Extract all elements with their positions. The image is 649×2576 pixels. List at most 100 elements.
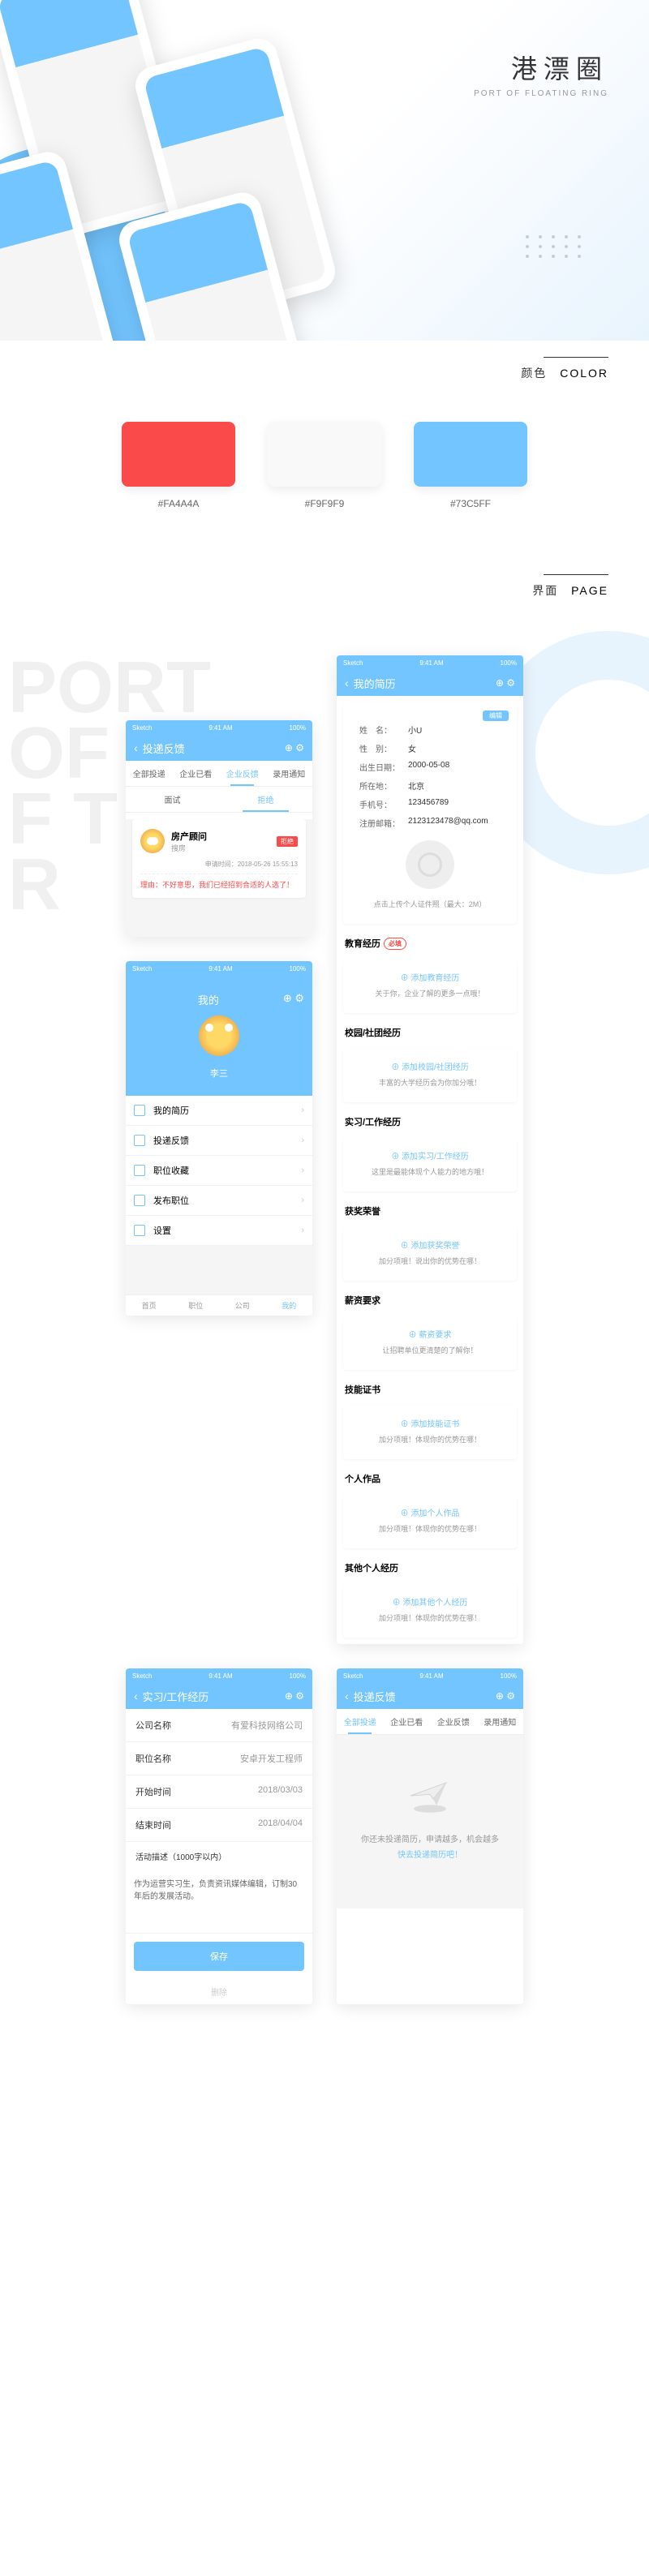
hero-section: 港漂圈 PORT OF FLOATING RING bbox=[0, 0, 649, 341]
other-card[interactable]: ⊕ 添加其他个人经历加分项哦！体现你的优势在哪！ bbox=[343, 1584, 517, 1638]
work-card[interactable]: ⊕ 添加实习/工作经历这里是最能体现个人能力的地方哦！ bbox=[343, 1138, 517, 1191]
color-swatches: #FA4A4A #F9F9F9 #73C5FF bbox=[0, 406, 649, 558]
job-title: 房产顾问 bbox=[171, 830, 207, 843]
job-company: 搜房 bbox=[171, 843, 207, 853]
page-section-label: 界面 PAGE bbox=[0, 558, 649, 623]
swatch-gray: #F9F9F9 bbox=[268, 422, 381, 509]
nav-actions[interactable]: ⊕ ⚙ bbox=[285, 742, 304, 753]
back-icon[interactable]: ‹ bbox=[134, 741, 138, 754]
company-avatar bbox=[140, 829, 165, 853]
username: 李三 bbox=[126, 1067, 312, 1080]
edit-button[interactable]: 编辑 bbox=[483, 711, 509, 721]
save-button[interactable]: 保存 bbox=[134, 1942, 304, 1971]
chevron-right-icon: › bbox=[301, 1106, 304, 1115]
mock-feedback-reject: Sketch 9:41 AM 100% ‹ 投递反馈 ⊕ ⚙ 全部投递 企业已看… bbox=[126, 720, 312, 937]
portfolio-card[interactable]: ⊕ 添加个人作品加分项哦！体现你的优势在哪！ bbox=[343, 1495, 517, 1548]
subtab-reject[interactable]: 拒绝 bbox=[219, 787, 312, 812]
delete-button[interactable]: 删除 bbox=[126, 1979, 312, 2004]
nav-title: 实习/工作经历 bbox=[143, 1689, 285, 1704]
cert-card[interactable]: ⊕ 添加技能证书加分项哦！体现你的优势在哪！ bbox=[343, 1406, 517, 1459]
swatch-red: #FA4A4A bbox=[122, 422, 235, 509]
mock-work-form: Sketch 9:41 AM 100% ‹ 实习/工作经历 ⊕ ⚙ 公司名称有爱… bbox=[126, 1668, 312, 2004]
desc-textarea[interactable]: 作为运营实习生，负责资讯媒体编辑，订制30年后的发展活动。 bbox=[126, 1869, 312, 1934]
mock-resume: Sketch 9:41 AM 100% ‹ 我的简历 ⊕ ⚙ 编辑 姓 名：小U… bbox=[337, 655, 523, 1644]
menu-feedback[interactable]: 投递反馈› bbox=[126, 1126, 312, 1156]
nav-actions[interactable]: ⊕ ⚙ bbox=[285, 1690, 304, 1702]
edu-card[interactable]: ⊕ 添加教育经历关于你，企业了解的更多一点哦！ bbox=[343, 960, 517, 1013]
app-subtitle: PORT OF FLOATING RING bbox=[474, 89, 608, 98]
nav-actions[interactable]: ⊕ ⚙ bbox=[496, 1690, 515, 1702]
nav-actions[interactable]: ⊕ ⚙ bbox=[496, 677, 515, 689]
section-work: 实习/工作经历 bbox=[337, 1109, 523, 1131]
chevron-right-icon: › bbox=[301, 1196, 304, 1205]
app-name: 港漂圈 bbox=[474, 49, 608, 86]
profile-header: 我的 ⊕ ⚙ 李三 bbox=[126, 976, 312, 1096]
color-section-label: 颜色 COLOR bbox=[0, 341, 649, 406]
menu-settings[interactable]: 设置› bbox=[126, 1216, 312, 1246]
job-card[interactable]: 房产顾问 搜房 拒绝 申请时间：2018-05-26 15:55:13 理由：不… bbox=[132, 819, 306, 898]
back-icon[interactable]: ‹ bbox=[345, 1689, 349, 1702]
feedback-tabs: 全部投递 企业已看 企业反馈 录用通知 bbox=[337, 1709, 523, 1735]
tab-seen[interactable]: 企业已看 bbox=[173, 761, 220, 786]
status-bar: Sketch 9:41 AM 100% bbox=[337, 655, 523, 670]
tab-company[interactable]: 公司 bbox=[219, 1295, 266, 1316]
back-icon[interactable]: ‹ bbox=[134, 1689, 138, 1702]
status-bar: Sketch 9:41 AM 100% bbox=[126, 1668, 312, 1683]
field-company[interactable]: 公司名称有爱科技网络公司 bbox=[126, 1709, 312, 1742]
salary-card[interactable]: ⊕ 薪资要求让招聘单位更清楚的了解你！ bbox=[343, 1316, 517, 1370]
back-icon[interactable]: ‹ bbox=[345, 676, 349, 689]
menu-publish[interactable]: 发布职位› bbox=[126, 1186, 312, 1216]
tab-all[interactable]: 全部投递 bbox=[126, 761, 173, 786]
page-showcase: PORTOFF TR Sketch 9:41 AM 100% ‹ 投递反馈 ⊕ … bbox=[0, 623, 649, 2037]
field-end[interactable]: 结束时间2018/04/04 bbox=[126, 1809, 312, 1842]
section-salary: 薪资要求 bbox=[337, 1287, 523, 1310]
feedback-tabs: 全部投递 企业已看 企业反馈 录用通知 bbox=[126, 761, 312, 787]
empty-link[interactable]: 快去投递简历吧！ bbox=[337, 1848, 523, 1860]
status-bar: Sketch 9:41 AM 100% bbox=[126, 961, 312, 976]
photo-upload[interactable] bbox=[406, 840, 454, 889]
chip bbox=[122, 422, 235, 487]
subtab-interview[interactable]: 面试 bbox=[126, 787, 219, 812]
tab-mine[interactable]: 我的 bbox=[266, 1295, 313, 1316]
feedback-icon bbox=[134, 1135, 145, 1146]
empty-text-1: 你还未投递简历，申请越多，机会越多 bbox=[337, 1832, 523, 1844]
section-school: 校园/社团经历 bbox=[337, 1020, 523, 1042]
chevron-right-icon: › bbox=[301, 1136, 304, 1145]
doc-icon bbox=[134, 1105, 145, 1116]
nav-bar: ‹ 投递反馈 ⊕ ⚙ bbox=[337, 1683, 523, 1709]
chip bbox=[268, 422, 381, 487]
tab-seen[interactable]: 企业已看 bbox=[384, 1709, 431, 1734]
tab-jobs[interactable]: 职位 bbox=[173, 1295, 220, 1316]
nav-title: 投递反馈 bbox=[143, 741, 285, 756]
award-card[interactable]: ⊕ 添加获奖荣誉加分项哦！说出你的优势在哪！ bbox=[343, 1227, 517, 1281]
heart-icon bbox=[134, 1165, 145, 1176]
photo-hint: 点击上传个人证件照（最大：2M） bbox=[351, 897, 509, 916]
tab-bar: 首页 职位 公司 我的 bbox=[126, 1294, 312, 1316]
tab-home[interactable]: 首页 bbox=[126, 1295, 173, 1316]
desc-label: 活动描述（1000字以内） bbox=[126, 1842, 312, 1862]
section-cert: 技能证书 bbox=[337, 1376, 523, 1399]
chevron-right-icon: › bbox=[301, 1166, 304, 1175]
nav-bar: ‹ 投递反馈 ⊕ ⚙ bbox=[126, 735, 312, 761]
chip bbox=[414, 422, 527, 487]
tab-all[interactable]: 全部投递 bbox=[337, 1709, 384, 1734]
mock-feedback-empty: Sketch 9:41 AM 100% ‹ 投递反馈 ⊕ ⚙ 全部投递 企业已看… bbox=[337, 1668, 523, 2004]
field-position[interactable]: 职位名称安卓开发工程师 bbox=[126, 1742, 312, 1775]
tab-reply[interactable]: 企业反馈 bbox=[219, 761, 266, 786]
gear-icon bbox=[134, 1225, 145, 1236]
tab-reply[interactable]: 企业反馈 bbox=[430, 1709, 477, 1734]
field-start[interactable]: 开始时间2018/03/03 bbox=[126, 1775, 312, 1809]
tab-offer[interactable]: 录用通知 bbox=[266, 761, 313, 786]
section-portfolio: 个人作品 bbox=[337, 1466, 523, 1488]
nav-actions[interactable]: ⊕ ⚙ bbox=[283, 992, 304, 1007]
section-award: 获奖荣誉 bbox=[337, 1198, 523, 1221]
tab-offer[interactable]: 录用通知 bbox=[477, 1709, 524, 1734]
menu-resume[interactable]: 我的简历› bbox=[126, 1096, 312, 1126]
status-badge: 拒绝 bbox=[277, 836, 298, 847]
user-avatar[interactable] bbox=[199, 1015, 239, 1056]
menu-favorites[interactable]: 职位收藏› bbox=[126, 1156, 312, 1186]
basic-info-card: 编辑 姓 名：小U 性 别：女 出生日期：2000-05-08 所在地：北京 手… bbox=[343, 702, 517, 924]
section-other: 其他个人经历 bbox=[337, 1555, 523, 1578]
school-card[interactable]: ⊕ 添加校园/社团经历丰富的大学经历会为你加分哦！ bbox=[343, 1049, 517, 1102]
chevron-right-icon: › bbox=[301, 1226, 304, 1235]
